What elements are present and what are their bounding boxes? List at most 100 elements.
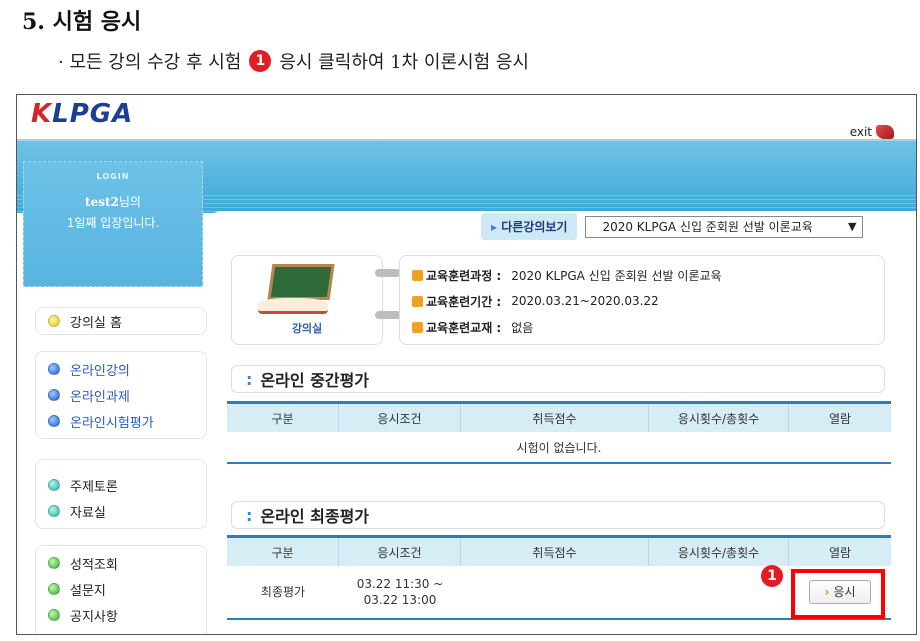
col-header: 구분 bbox=[227, 538, 339, 566]
login-panel: LOGIN test2님의 1일째 입장입니다. bbox=[23, 161, 203, 287]
sidebar-item-label: 주제토론 bbox=[70, 479, 118, 495]
bullet-icon bbox=[48, 505, 60, 517]
col-header: 응시횟수/총횟수 bbox=[649, 538, 789, 566]
sidebar-item-label: 공지사항 bbox=[70, 609, 118, 625]
login-day: 1일째 입장입니다. bbox=[66, 216, 160, 230]
table-header: 구분 응시조건 취득점수 응시횟수/총횟수 열람 bbox=[227, 538, 891, 566]
sidebar-home-group: 강의실 홈 bbox=[35, 307, 207, 335]
course-select[interactable]: 2020 KLPGA 신입 준회원 선발 이론교육 ▼ bbox=[585, 215, 864, 238]
course-select-value: 2020 KLPGA 신입 준회원 선발 이론교육 bbox=[602, 220, 813, 234]
col-header: 응시조건 bbox=[339, 404, 461, 432]
sidebar-item-home[interactable]: 강의실 홈 bbox=[36, 308, 206, 334]
blackboard-icon bbox=[267, 264, 335, 300]
sidebar-item-online-exam[interactable]: 온라인시험평가 bbox=[36, 408, 206, 434]
doc-subtitle-after: 응시 클릭하여 1차 이론시험 응시 bbox=[279, 52, 529, 73]
condition-end: 03.22 13:00 bbox=[363, 593, 437, 607]
info-value: 없음 bbox=[511, 320, 534, 335]
col-header: 응시조건 bbox=[339, 538, 461, 566]
highlight-box bbox=[791, 569, 885, 619]
exit-link[interactable]: exit bbox=[850, 125, 894, 139]
sidebar-item-label: 자료실 bbox=[70, 505, 106, 521]
doc-subtitle: · 모든 강의 수강 후 시험 1 응시 클릭하여 1차 이론시험 응시 bbox=[58, 48, 529, 74]
cell-condition: 03.22 11:30 ~ 03.22 13:00 bbox=[339, 566, 461, 618]
col-header: 열람 bbox=[828, 545, 852, 560]
doc-subtitle-before: · 모든 강의 수강 후 시험 bbox=[58, 52, 242, 73]
info-row-course: 교육훈련과정 : 2020 KLPGA 신입 준회원 선발 이론교육 bbox=[412, 262, 872, 288]
sidebar-item-online-assignment[interactable]: 온라인과제 bbox=[36, 382, 206, 408]
lms-window: KLPGA exit LOGIN test2님의 1일째 입장입니다. 강의실 … bbox=[16, 94, 917, 635]
condition-start: 03.22 11:30 ~ bbox=[356, 577, 444, 591]
bullet-icon bbox=[48, 315, 60, 327]
info-value: 2020 KLPGA 신입 준회원 선발 이론교육 bbox=[511, 268, 722, 283]
col-header: 취득점수 bbox=[461, 404, 649, 432]
sidebar-item-notices[interactable]: 공지사항 bbox=[36, 602, 206, 628]
bullet-icon bbox=[48, 479, 60, 491]
login-user: test2님의 bbox=[24, 193, 202, 210]
final-header: : 온라인 최종평가 bbox=[231, 501, 885, 529]
info-bullet-icon bbox=[412, 269, 423, 281]
midterm-title: 온라인 중간평가 bbox=[260, 371, 370, 390]
lecture-room-label: 강의실 bbox=[291, 322, 323, 335]
sidebar-group-online: 온라인강의 온라인과제 온라인시험평가 bbox=[35, 351, 207, 439]
section-colon-icon: : bbox=[246, 369, 253, 389]
info-bullet-icon bbox=[412, 295, 423, 307]
sidebar-item-label: 온라인강의 bbox=[70, 363, 130, 379]
course-switcher: 다른강의보기 2020 KLPGA 신입 준회원 선발 이론교육 ▼ bbox=[481, 213, 864, 240]
connector bbox=[375, 269, 401, 277]
lecture-room-card: 강의실 bbox=[231, 255, 383, 345]
step-marker: 1 bbox=[761, 565, 783, 587]
info-value: 2020.03.21~2020.03.22 bbox=[511, 294, 659, 308]
table-header: 구분 응시조건 취득점수 응시횟수/총횟수 열람 bbox=[227, 404, 891, 432]
exit-label: exit bbox=[849, 125, 872, 139]
course-info: 교육훈련과정 : 2020 KLPGA 신입 준회원 선발 이론교육 교육훈련기… bbox=[399, 255, 885, 345]
sidebar-group-info: 성적조회 설문지 공지사항 bbox=[35, 545, 207, 634]
other-course-label: 다른강의보기 bbox=[481, 213, 578, 240]
info-key: 교육훈련교재 : bbox=[426, 320, 502, 335]
step-badge: 1 bbox=[249, 50, 272, 72]
bullet-icon bbox=[48, 389, 60, 401]
col-header: 취득점수 bbox=[461, 538, 649, 566]
sidebar-item-label: 온라인시험평가 bbox=[70, 415, 154, 431]
sidebar-item-label: 강의실 홈 bbox=[70, 315, 122, 331]
info-key: 교육훈련기간 : bbox=[426, 294, 502, 309]
bullet-icon bbox=[48, 557, 60, 569]
sidebar-item-resources[interactable]: 자료실 bbox=[36, 498, 206, 524]
sidebar-item-discussion[interactable]: 주제토론 bbox=[36, 472, 206, 498]
logo-k: K bbox=[31, 99, 53, 129]
sidebar-group-community: 주제토론 자료실 bbox=[35, 459, 207, 529]
chevron-down-icon: ▼ bbox=[847, 220, 857, 233]
bullet-icon bbox=[48, 583, 60, 595]
sidebar-item-survey[interactable]: 설문지 bbox=[36, 576, 206, 602]
info-bullet-icon bbox=[412, 321, 423, 333]
empty-message: 시험이 없습니다. bbox=[516, 440, 602, 455]
login-user-id: test2 bbox=[85, 195, 119, 209]
col-header: 구분 bbox=[227, 404, 339, 432]
doc-title: 5. 시험 응시 bbox=[22, 9, 142, 35]
info-key: 교육훈련과정 : bbox=[426, 268, 502, 283]
bullet-icon bbox=[48, 609, 60, 621]
bullet-icon bbox=[48, 415, 60, 427]
final-title: 온라인 최종평가 bbox=[260, 507, 370, 526]
cell-score bbox=[461, 566, 649, 618]
section-colon-icon: : bbox=[246, 505, 253, 525]
midterm-header: : 온라인 중간평가 bbox=[231, 365, 885, 393]
exit-icon bbox=[876, 125, 894, 139]
sidebar-item-label: 성적조회 bbox=[70, 557, 118, 573]
login-label: LOGIN bbox=[96, 172, 130, 181]
connector bbox=[375, 311, 401, 319]
sidebar-item-online-lecture[interactable]: 온라인강의 bbox=[36, 356, 206, 382]
sidebar-item-grades[interactable]: 성적조회 bbox=[36, 550, 206, 576]
sidebar-item-label: 설문지 bbox=[70, 583, 106, 599]
bullet-icon bbox=[48, 363, 60, 375]
logo-rest: LPGA bbox=[52, 99, 134, 129]
midterm-table: 구분 응시조건 취득점수 응시횟수/총횟수 열람 시험이 없습니다. bbox=[227, 401, 891, 464]
info-row-period: 교육훈련기간 : 2020.03.21~2020.03.22 bbox=[412, 288, 872, 314]
sidebar-item-label: 온라인과제 bbox=[70, 389, 130, 405]
info-row-textbook: 교육훈련교재 : 없음 bbox=[412, 314, 872, 340]
col-header: 응시횟수/총횟수 bbox=[649, 404, 789, 432]
klpga-logo[interactable]: KLPGA bbox=[31, 99, 133, 129]
cell-type: 최종평가 bbox=[260, 585, 306, 599]
col-header: 열람 bbox=[828, 411, 852, 426]
login-user-suffix: 님의 bbox=[118, 195, 141, 209]
book-icon bbox=[258, 298, 328, 314]
